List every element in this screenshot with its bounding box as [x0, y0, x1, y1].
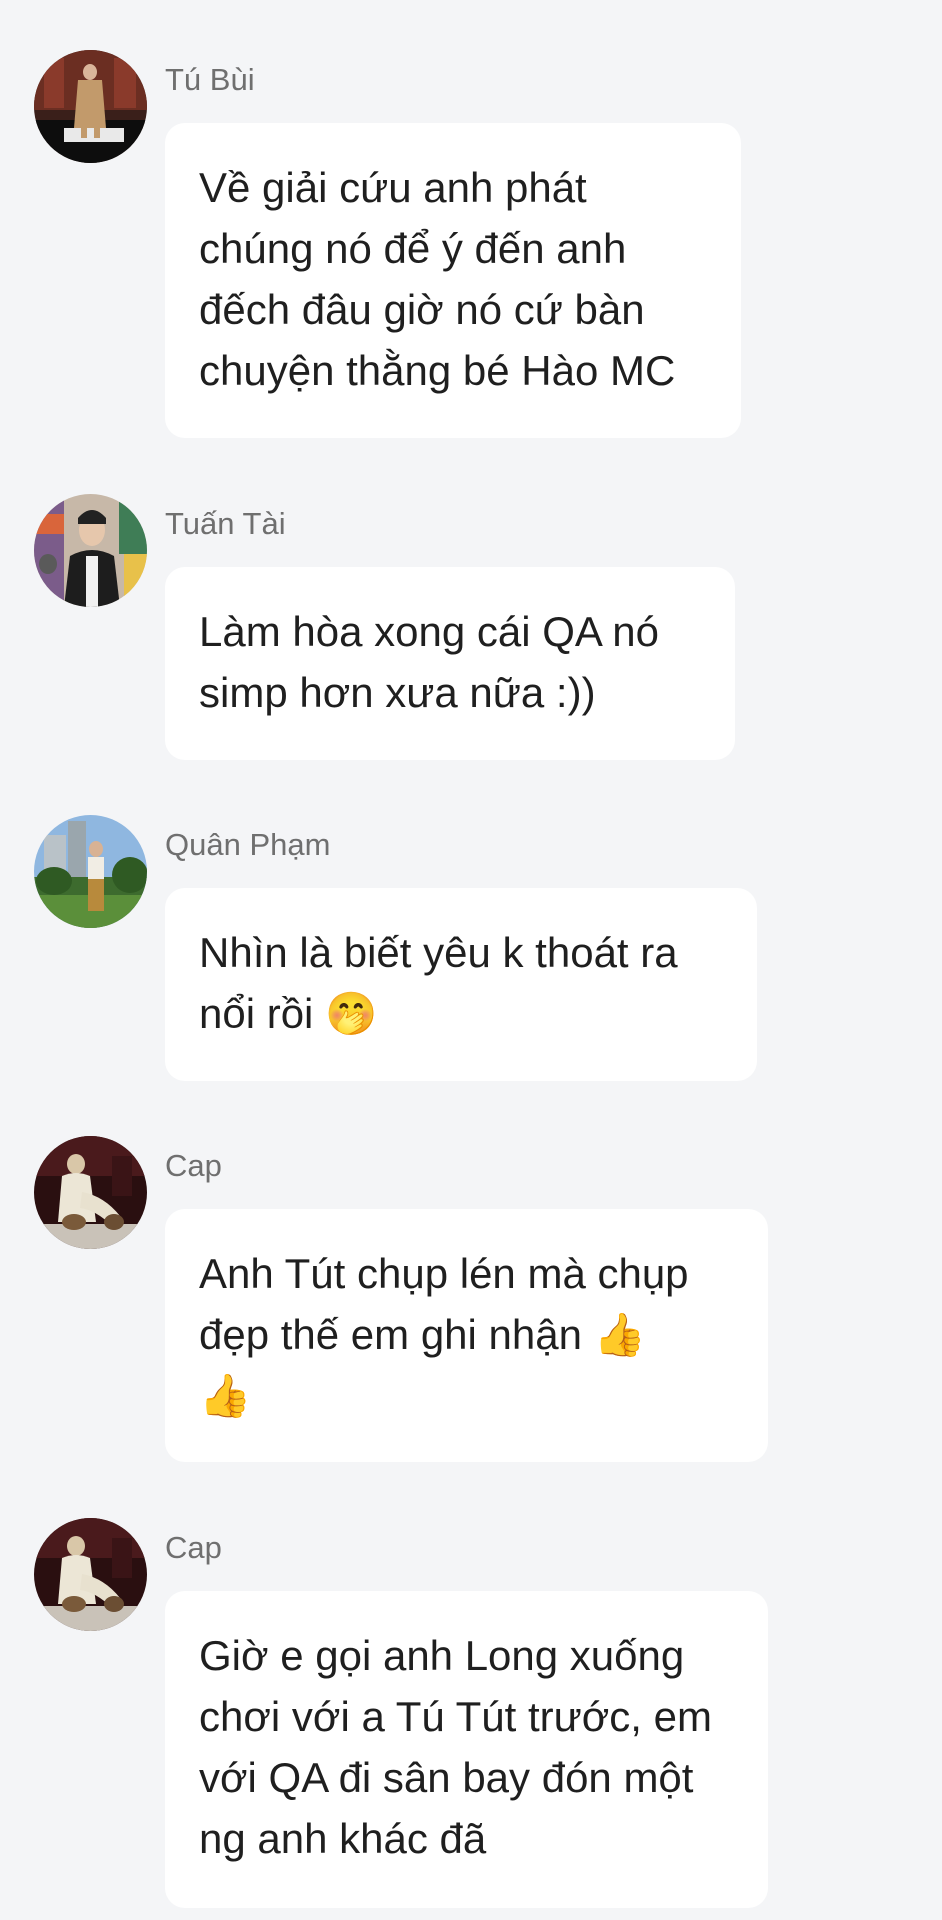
message-text: Nhìn là biết yêu k thoát ra nổi rồi 🤭 [199, 929, 678, 1037]
avatar[interactable] [34, 815, 147, 928]
message-bubble[interactable]: Nhìn là biết yêu k thoát ra nổi rồi 🤭 [165, 888, 757, 1081]
avatar[interactable] [34, 1136, 147, 1249]
message-text: Giờ e gọi anh Long xuống chơi với a Tú T… [199, 1632, 712, 1862]
avatar[interactable] [34, 494, 147, 607]
message-bubble[interactable]: Giờ e gọi anh Long xuống chơi với a Tú T… [165, 1591, 768, 1908]
sender-name: Tuấn Tài [165, 506, 286, 541]
message-text: Anh Tút chụp lén mà chụp đẹp thế em ghi … [199, 1250, 689, 1419]
message-text: Về giải cứu anh phát chúng nó để ý đến a… [199, 164, 676, 394]
message-bubble[interactable]: Về giải cứu anh phát chúng nó để ý đến a… [165, 123, 741, 438]
message-text: Làm hòa xong cái QA nó simp hơn xưa nữa … [199, 608, 659, 716]
message-bubble[interactable]: Làm hòa xong cái QA nó simp hơn xưa nữa … [165, 567, 735, 760]
avatar[interactable] [34, 50, 147, 163]
sender-name: Cap [165, 1148, 222, 1183]
message-bubble[interactable]: Anh Tút chụp lén mà chụp đẹp thế em ghi … [165, 1209, 768, 1462]
sender-name: Cap [165, 1530, 222, 1565]
avatar[interactable] [34, 1518, 147, 1631]
sender-name: Tú Bùi [165, 62, 255, 97]
sender-name: Quân Phạm [165, 827, 331, 862]
